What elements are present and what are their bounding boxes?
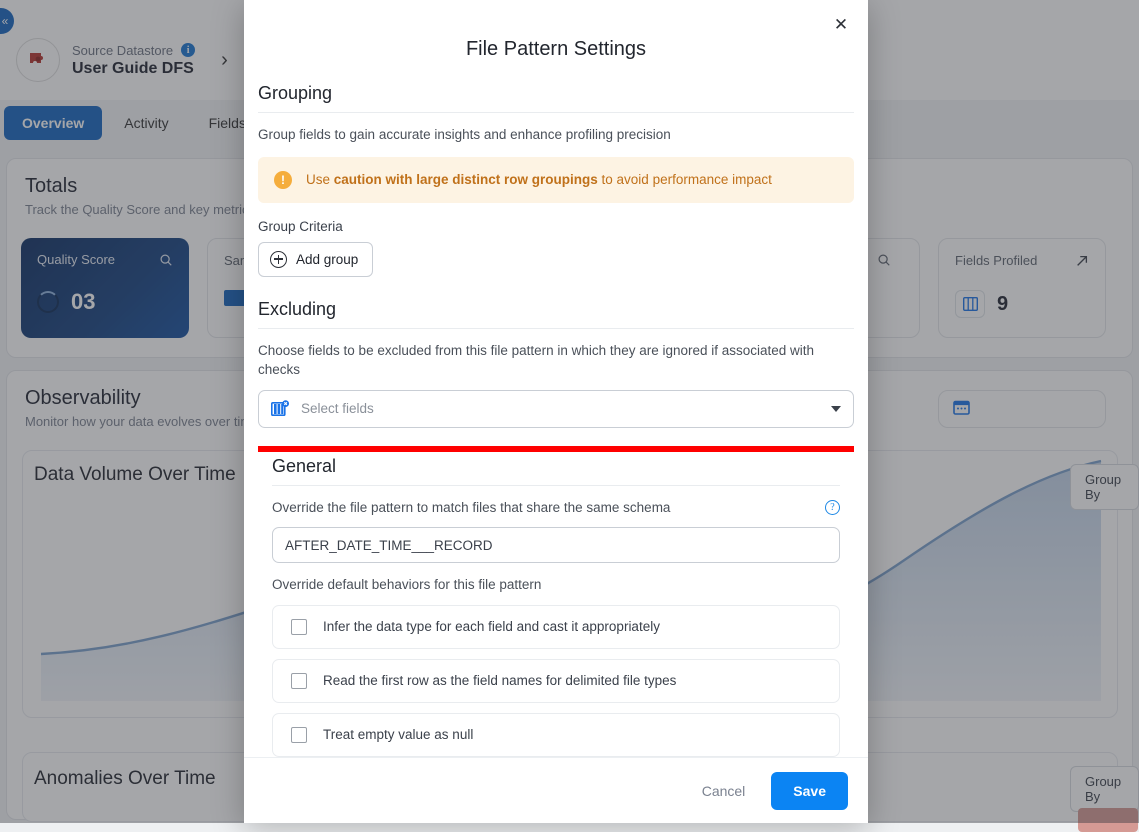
file-pattern-input[interactable] (272, 527, 840, 563)
warning-prefix: Use (306, 172, 334, 187)
exclude-fields-icon (271, 400, 290, 418)
override-pattern-label: Override the file pattern to match files… (272, 498, 670, 518)
cancel-button[interactable]: Cancel (684, 774, 764, 808)
override-pattern-row: Override the file pattern to match files… (272, 498, 840, 518)
warning-text: Use caution with large distinct row grou… (306, 172, 772, 187)
chevron-down-icon[interactable] (831, 406, 841, 412)
exclude-fields-placeholder: Select fields (301, 401, 820, 416)
group-criteria-label: Group Criteria (258, 219, 854, 234)
checkbox-label-first-row-headers: Read the first row as the field names fo… (323, 673, 676, 688)
checkbox-label-infer-data-type: Infer the data type for each field and c… (323, 619, 660, 634)
add-group-button[interactable]: Add group (258, 242, 373, 277)
checkbox-infer-data-type[interactable] (291, 619, 307, 635)
checkbox-row-infer-data-type[interactable]: Infer the data type for each field and c… (272, 605, 840, 649)
section-heading-general: General (272, 456, 840, 486)
checkbox-label-empty-as-null: Treat empty value as null (323, 727, 473, 742)
modal-title: File Pattern Settings (244, 0, 868, 61)
checkbox-row-empty-as-null[interactable]: Treat empty value as null (272, 713, 840, 757)
help-icon[interactable]: ? (825, 500, 840, 515)
warning-icon: ! (274, 171, 292, 189)
general-section-highlight (258, 446, 854, 452)
warning-strong: caution with large distinct row grouping… (334, 172, 598, 187)
checkbox-first-row-headers[interactable] (291, 673, 307, 689)
checkbox-empty-as-null[interactable] (291, 727, 307, 743)
warning-suffix: to avoid performance impact (598, 172, 772, 187)
close-icon[interactable]: ✕ (828, 12, 854, 38)
file-pattern-settings-modal: ✕ File Pattern Settings Grouping Group f… (244, 0, 868, 823)
exclude-fields-select[interactable]: Select fields (258, 390, 854, 428)
modal-body: Grouping Group fields to gain accurate i… (244, 61, 868, 757)
section-heading-grouping: Grouping (258, 83, 854, 113)
save-button[interactable]: Save (771, 772, 848, 810)
section-heading-excluding: Excluding (258, 299, 854, 329)
general-section: General Override the file pattern to mat… (258, 446, 854, 757)
plus-circle-icon (270, 251, 287, 268)
checkbox-row-first-row-headers[interactable]: Read the first row as the field names fo… (272, 659, 840, 703)
add-group-label: Add group (296, 252, 358, 267)
grouping-description: Group fields to gain accurate insights a… (258, 125, 854, 145)
grouping-warning-banner: ! Use caution with large distinct row gr… (258, 157, 854, 203)
modal-footer: Cancel Save (244, 757, 868, 823)
override-behaviors-label: Override default behaviors for this file… (272, 575, 840, 595)
excluding-description: Choose fields to be excluded from this f… (258, 341, 854, 380)
